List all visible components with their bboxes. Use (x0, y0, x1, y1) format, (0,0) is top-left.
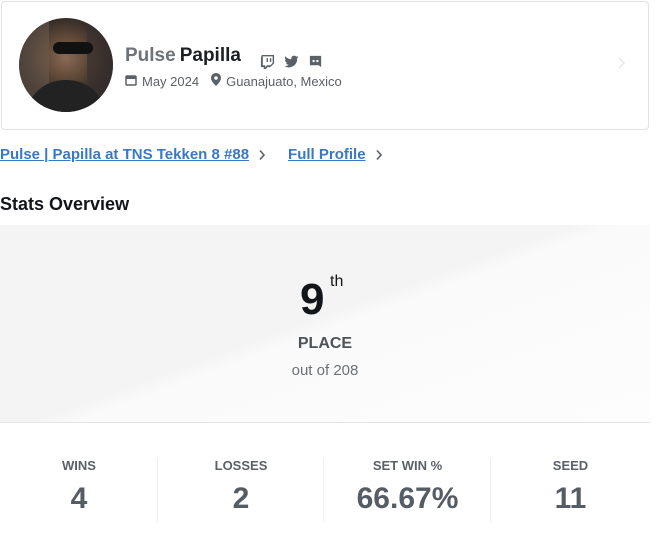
stat-value: 11 (554, 482, 587, 515)
full-profile-link[interactable]: Full Profile (288, 146, 383, 163)
joined-date: May 2024 (142, 73, 200, 89)
event-profile-link[interactable]: Pulse | Papilla at TNS Tekken 8 #88 (0, 146, 266, 163)
sponsor-prefix: Pulse (125, 45, 176, 66)
stat-label: WINS (62, 458, 96, 473)
stat-seed: SEED 11 (491, 424, 650, 556)
section-title: Stats Overview (0, 194, 130, 214)
stat-value: 4 (70, 482, 88, 515)
calendar-icon (125, 74, 137, 89)
stat-losses: LOSSES 2 (158, 424, 324, 556)
stat-value: 2 (232, 482, 250, 515)
stat-value: 66.67% (356, 482, 459, 515)
gamer-tag: Papilla (179, 45, 241, 66)
profile-links: Pulse | Papilla at TNS Tekken 8 #88 Full… (0, 146, 383, 163)
stat-label: LOSSES (214, 458, 268, 473)
map-pin-icon (211, 73, 222, 89)
stat-label: SEED (552, 458, 589, 473)
twitch-icon[interactable] (260, 54, 275, 69)
chevron-right-icon[interactable] (617, 56, 626, 70)
stat-set-win-percent: SET WIN % 66.67% (324, 424, 491, 556)
stats-row: WINS 4 LOSSES 2 SET WIN % 66.67% SEED 11 (0, 424, 650, 556)
player-name: Pulse Papilla (125, 45, 241, 67)
chevron-right-icon (375, 149, 382, 160)
event-link-label: Pulse | Papilla at TNS Tekken 8 #88 (0, 146, 250, 163)
chevron-right-icon (259, 149, 266, 160)
placement-label: PLACE (297, 335, 353, 352)
profile-meta: May 2024 Guanajuato, Mexico (125, 73, 342, 89)
stat-label: SET WIN % (372, 458, 443, 473)
twitter-icon[interactable] (284, 54, 299, 69)
placement-total: out of 208 (291, 362, 359, 379)
player-profile-card[interactable]: Pulse Papilla May 2024 Guanajuato, Mexico (1, 1, 649, 130)
placement-suffix: th (330, 273, 344, 290)
full-profile-label: Full Profile (288, 146, 366, 163)
social-links (260, 54, 323, 69)
placement-panel: 9 th PLACE out of 208 (0, 225, 650, 423)
placement-number: 9 (300, 275, 325, 324)
location: Guanajuato, Mexico (226, 73, 342, 89)
stat-wins: WINS 4 (0, 424, 158, 556)
discord-icon[interactable] (308, 54, 323, 69)
avatar (19, 18, 113, 112)
